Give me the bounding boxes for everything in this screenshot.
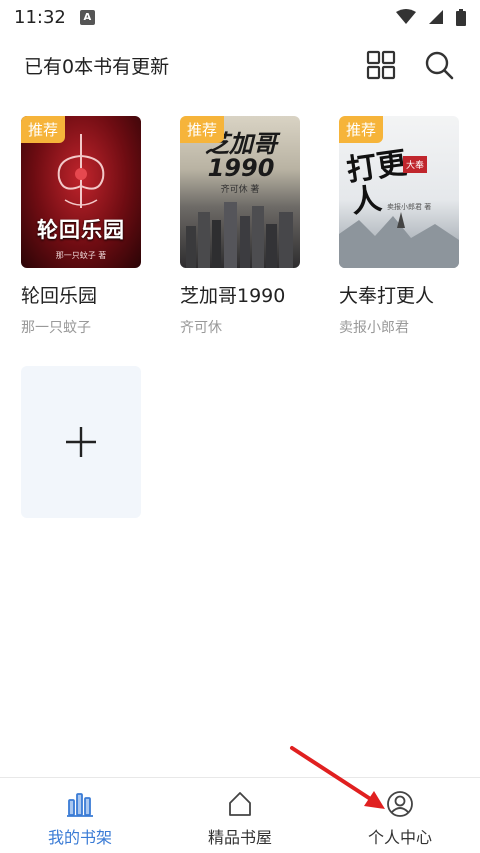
book-title[interactable]: 轮回乐园 bbox=[21, 281, 143, 308]
recommend-tag: 推荐 bbox=[339, 116, 384, 143]
status-icons bbox=[396, 8, 466, 26]
book-item[interactable]: 推荐 芝加哥 1990 齐可休 著 芝加哥1990 齐可休 bbox=[180, 116, 302, 337]
nav-label: 个人中心 bbox=[367, 828, 432, 847]
wifi-icon bbox=[396, 9, 416, 24]
book-author: 齐可休 bbox=[180, 320, 222, 336]
signal-icon bbox=[429, 10, 443, 24]
add-book-button[interactable] bbox=[21, 366, 141, 518]
bookshelf-icon bbox=[67, 793, 93, 817]
status-time: 11:32 bbox=[14, 6, 66, 28]
notification-badge: A bbox=[79, 9, 95, 25]
user-icon bbox=[387, 791, 413, 817]
recommend-tag: 推荐 bbox=[180, 116, 225, 143]
search-icon bbox=[425, 51, 454, 80]
recommend-tag: 推荐 bbox=[21, 116, 66, 143]
status-bar: 11:32 A bbox=[0, 0, 480, 34]
book-cover[interactable]: 推荐 轮回乐园 那一只蚊子 著 bbox=[21, 116, 141, 268]
grid-view-icon bbox=[366, 50, 396, 80]
book-author: 卖报小郎君 bbox=[339, 320, 409, 336]
book-author: 那一只蚊子 bbox=[21, 320, 91, 336]
book-item[interactable]: 推荐 轮回乐园 那一只蚊子 著 轮回乐园 那一只蚊子 bbox=[21, 116, 143, 337]
cover-title: 轮回乐园 bbox=[37, 218, 125, 242]
book-cover[interactable]: 推荐 芝加哥 1990 齐可休 著 bbox=[180, 116, 300, 268]
book-title[interactable]: 大奉打更人 bbox=[339, 281, 461, 308]
grid-view-button[interactable] bbox=[364, 48, 398, 82]
book-title[interactable]: 芝加哥1990 bbox=[180, 281, 302, 308]
nav-bookstore[interactable]: 精品书屋 bbox=[160, 778, 320, 853]
nav-label: 我的书架 bbox=[47, 828, 112, 847]
plus-icon bbox=[66, 427, 96, 457]
battery-icon bbox=[456, 8, 466, 26]
nav-label: 精品书屋 bbox=[207, 828, 272, 847]
book-cover[interactable]: 推荐 打更人 大奉 卖报小郎君 著 bbox=[339, 116, 459, 268]
update-status-text: 已有0本书有更新 bbox=[24, 55, 170, 78]
cover-byline: 那一只蚊子 著 bbox=[55, 251, 107, 260]
top-bar: 已有0本书有更新 bbox=[0, 34, 480, 96]
book-item[interactable]: 推荐 打更人 大奉 卖报小郎君 著 大奉打更人 卖报小郎君 bbox=[339, 116, 461, 337]
search-button[interactable] bbox=[422, 48, 456, 82]
bottom-nav: 我的书架 精品书屋 个人中心 bbox=[0, 777, 480, 853]
nav-profile[interactable]: 个人中心 bbox=[320, 778, 480, 853]
nav-bookshelf[interactable]: 我的书架 bbox=[0, 778, 160, 853]
home-icon bbox=[229, 792, 251, 816]
